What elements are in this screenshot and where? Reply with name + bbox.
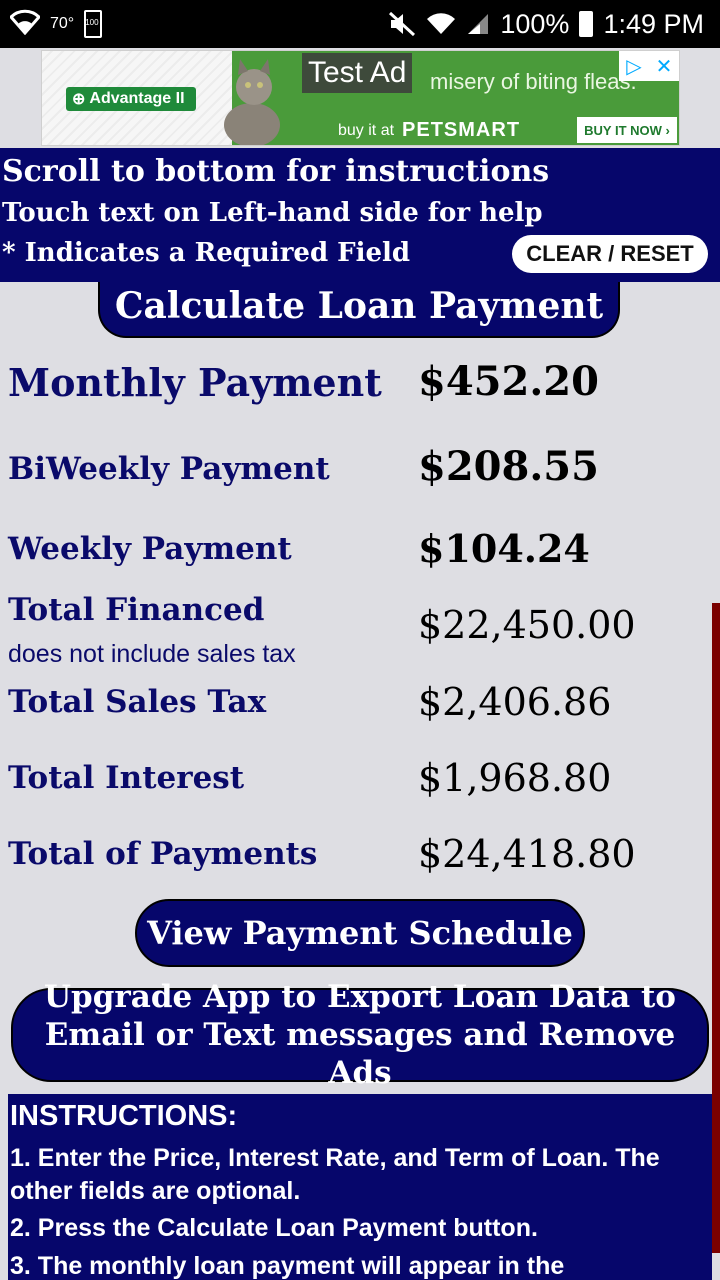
total-sales-tax-label[interactable]: Total Sales Tax xyxy=(8,684,266,720)
ad-buy-prefix: buy it at xyxy=(338,121,395,139)
upgrade-app-button[interactable]: Upgrade App to Export Loan Data to Email… xyxy=(11,979,709,1091)
required-field-hint: * Indicates a Required Field xyxy=(2,238,411,268)
ad-brand-text: Advantage II xyxy=(89,90,185,107)
total-financed-value: $22,450.00 xyxy=(418,603,636,647)
total-sales-tax-value: $2,406.86 xyxy=(418,680,612,724)
battery-small-text: 100 xyxy=(85,18,99,27)
total-interest-value: $1,968.80 xyxy=(418,756,612,800)
ad-banner[interactable]: ⊕ Advantage II Test Ad misery of biting … xyxy=(41,50,680,146)
biweekly-payment-value: $208.55 xyxy=(418,443,599,490)
weekly-payment-value: $104.24 xyxy=(418,526,590,571)
total-financed-label[interactable]: Total Financed xyxy=(8,592,264,628)
upgrade-line-1: Upgrade App to Export Loan Data to xyxy=(44,979,676,1015)
plus-circle-icon: ⊕ xyxy=(72,91,86,108)
instructions-header: Scroll to bottom for instructions Touch … xyxy=(0,148,720,282)
monthly-payment-value: $452.20 xyxy=(418,358,599,405)
help-hint: Touch text on Left-hand side for help xyxy=(2,198,543,228)
instructions-panel: INSTRUCTIONS: 1. Enter the Price, Intere… xyxy=(8,1094,712,1280)
battery-percent-text: 100% xyxy=(500,8,570,39)
total-interest-label[interactable]: Total Interest xyxy=(8,760,244,796)
upgrade-line-2: Email or Text messages and Remove Ads xyxy=(44,1017,676,1091)
ad-brand-panel: ⊕ Advantage II xyxy=(42,51,232,145)
instructions-title: INSTRUCTIONS: xyxy=(10,1100,238,1132)
clear-reset-button[interactable]: CLEAR / RESET xyxy=(512,235,708,273)
scroll-hint: Scroll to bottom for instructions xyxy=(2,154,550,189)
instruction-step-1: 1. Enter the Price, Interest Rate, and T… xyxy=(10,1144,660,1205)
battery-icon xyxy=(579,11,594,37)
weekly-payment-label[interactable]: Weekly Payment xyxy=(8,531,292,567)
wifi-icon xyxy=(426,12,456,36)
view-payment-schedule-button[interactable]: View Payment Schedule xyxy=(135,899,585,967)
status-bar: 70° 100 100% 1:49 PM xyxy=(0,0,720,48)
ad-choices-icon[interactable]: ▷ xyxy=(619,51,649,81)
ad-buy-now-button[interactable]: BUY IT NOW › xyxy=(577,117,677,143)
total-of-payments-value: $24,418.80 xyxy=(418,832,636,876)
wifi-icon xyxy=(8,9,42,40)
mute-icon xyxy=(388,11,416,37)
total-of-payments-label[interactable]: Total of Payments xyxy=(8,836,317,872)
instruction-step-2: 2. Press the Calculate Loan Payment butt… xyxy=(10,1214,538,1242)
instruction-step-3: 3. The monthly loan payment will appear … xyxy=(10,1252,565,1280)
signal-icon xyxy=(466,12,490,36)
scrollbar[interactable] xyxy=(712,603,720,1253)
cat-image xyxy=(212,57,292,145)
temperature-text: 70° xyxy=(50,15,75,32)
battery-icon: 100 xyxy=(84,10,103,38)
clock-text: 1:49 PM xyxy=(603,8,704,39)
close-icon[interactable]: ✕ xyxy=(649,51,679,81)
biweekly-payment-label[interactable]: BiWeekly Payment xyxy=(8,451,330,487)
ad-controls: ▷ ✕ xyxy=(619,51,679,81)
monthly-payment-label[interactable]: Monthly Payment xyxy=(8,360,382,405)
ad-brand-logo: ⊕ Advantage II xyxy=(66,87,196,111)
ad-tagline: misery of biting fleas. xyxy=(430,69,637,94)
calculate-loan-payment-button[interactable]: Calculate Loan Payment xyxy=(98,282,620,338)
ad-store-name: PETSMART xyxy=(402,119,521,141)
test-ad-label: Test Ad xyxy=(302,53,413,93)
total-financed-note: does not include sales tax xyxy=(8,640,296,668)
ad-store-line: buy it at PETSMART xyxy=(338,119,520,142)
